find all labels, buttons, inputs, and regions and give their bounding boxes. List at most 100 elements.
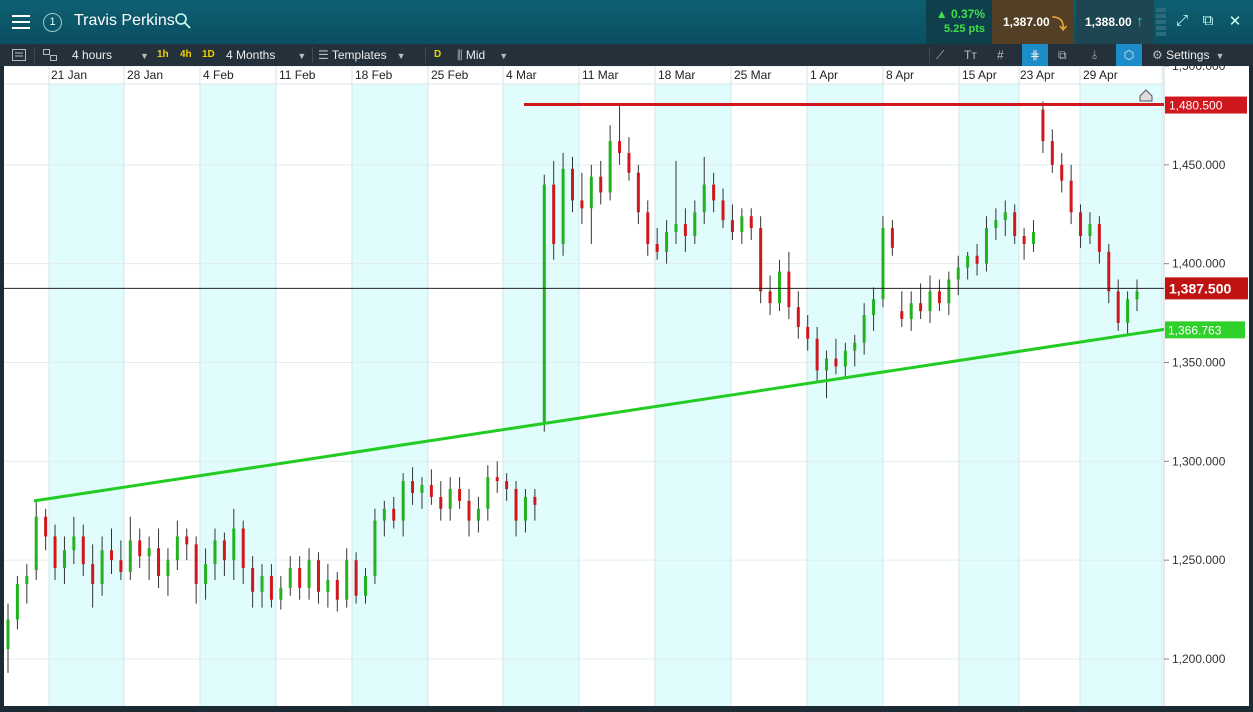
list-icon[interactable] bbox=[12, 44, 26, 66]
x-tick-label: 4 Feb bbox=[203, 68, 234, 82]
candle-body bbox=[984, 228, 988, 264]
candle-body bbox=[175, 536, 179, 561]
window-number-badge[interactable]: 1 bbox=[43, 13, 62, 32]
candle-body bbox=[25, 575, 29, 584]
hamburger-icon[interactable] bbox=[8, 10, 34, 34]
candle-body bbox=[843, 350, 847, 367]
price-type-dropdown[interactable]: ⫼ Mid ▼ bbox=[457, 44, 508, 66]
candle-body bbox=[552, 184, 556, 244]
candle-body bbox=[919, 303, 923, 312]
close-icon[interactable]: ✕ bbox=[1225, 12, 1245, 32]
templates-dropdown[interactable]: ☰ Templates ▼ bbox=[318, 44, 406, 66]
x-tick-label: 25 Feb bbox=[431, 68, 469, 82]
indicator-icon[interactable]: ⫰ bbox=[1092, 44, 1097, 66]
candle-body bbox=[260, 575, 264, 592]
popout-icon[interactable]: ⧉ bbox=[1198, 12, 1218, 32]
templates-icon: ☰ bbox=[318, 48, 332, 62]
range-dropdown[interactable]: 4 Months ▼ bbox=[226, 44, 306, 66]
x-tick-label: 18 Feb bbox=[355, 68, 393, 82]
candle-body bbox=[316, 560, 320, 592]
x-tick-label: 8 Apr bbox=[886, 68, 914, 82]
candle-body bbox=[618, 141, 622, 153]
interval-1h-button[interactable]: 1h bbox=[157, 44, 169, 66]
candle-body bbox=[853, 342, 857, 351]
candle-body bbox=[326, 579, 330, 592]
y-tick-label: 1,350.000 bbox=[1172, 356, 1226, 370]
candle-body bbox=[100, 550, 104, 584]
candle-body bbox=[693, 212, 697, 236]
x-tick-label: 11 Mar bbox=[582, 68, 618, 82]
candle-body bbox=[1097, 224, 1101, 252]
x-tick-label: 21 Jan bbox=[51, 68, 87, 82]
candle-body bbox=[815, 338, 819, 371]
market-depth-icon[interactable] bbox=[1156, 8, 1166, 36]
search-icon[interactable] bbox=[174, 12, 194, 32]
candle-body bbox=[429, 485, 433, 497]
sell-price: 1,387.00 bbox=[1003, 15, 1050, 29]
interval-4h-button[interactable]: 4h bbox=[180, 44, 192, 66]
candle-body bbox=[241, 528, 245, 569]
candle-body bbox=[608, 141, 612, 193]
candle-body bbox=[298, 568, 302, 588]
candle-body bbox=[1060, 164, 1064, 181]
candle-body bbox=[787, 271, 791, 308]
d-button[interactable]: D bbox=[434, 44, 441, 66]
candle-body bbox=[589, 176, 593, 209]
candle-body bbox=[1126, 299, 1130, 323]
candle-body bbox=[269, 575, 273, 600]
candle-body bbox=[1050, 141, 1054, 165]
candle-body bbox=[1079, 212, 1083, 236]
chart-canvas[interactable]: 21 Jan 28 Jan 4 Feb 11 Feb 18 Feb 25 Feb 4 Mar… bbox=[4, 59, 1249, 706]
candle-body bbox=[702, 184, 706, 213]
price-chart[interactable]: 21 Jan 28 Jan 4 Feb 11 Feb 18 Feb 25 Feb 4 Mar… bbox=[4, 59, 1249, 706]
current-price-label: 1,387.500 bbox=[1169, 280, 1231, 296]
interval-1d-button[interactable]: 1D bbox=[202, 44, 215, 66]
settings-button[interactable]: ⚙ Settings ▼ bbox=[1152, 44, 1224, 66]
text-tool-icon[interactable]: Tт bbox=[964, 44, 977, 66]
candle-body bbox=[994, 220, 998, 229]
candle-body bbox=[1069, 180, 1073, 213]
candle-body bbox=[956, 267, 960, 280]
candle-body bbox=[571, 168, 574, 201]
x-tick-label: 1 Apr bbox=[810, 68, 838, 82]
week-band bbox=[503, 84, 579, 706]
layout-icon[interactable] bbox=[43, 44, 57, 66]
candle-body bbox=[307, 560, 311, 588]
candle-body bbox=[514, 489, 518, 521]
x-tick-label: 18 Mar bbox=[658, 68, 695, 82]
crosshair-icon[interactable]: ⋕ bbox=[1022, 44, 1048, 66]
grid-icon[interactable]: # bbox=[997, 44, 1004, 66]
candle-body bbox=[467, 500, 471, 521]
candle-body bbox=[185, 536, 189, 545]
overlay-icon[interactable]: ⧉ bbox=[1058, 44, 1067, 66]
sell-button[interactable]: 1,387.00 ⤵ bbox=[992, 0, 1074, 44]
candle-body bbox=[533, 496, 537, 505]
candle-body bbox=[655, 243, 659, 252]
candle-body bbox=[420, 485, 424, 493]
draw-line-icon[interactable]: ⟋ bbox=[936, 44, 944, 66]
candle-body bbox=[232, 528, 236, 561]
expand-icon[interactable]: ⤢ bbox=[1172, 12, 1192, 32]
candle-body bbox=[542, 184, 546, 422]
interval-dropdown[interactable]: 4 hours ▼ bbox=[72, 44, 149, 66]
candle-body bbox=[288, 568, 292, 588]
tag-icon[interactable]: ⬡ bbox=[1116, 44, 1142, 66]
buy-button[interactable]: 1,388.00 ↑ bbox=[1076, 0, 1154, 44]
candle-body bbox=[119, 560, 123, 573]
candle-body bbox=[646, 212, 650, 244]
candle-body bbox=[439, 496, 443, 509]
support-label: 1,366.763 bbox=[1168, 323, 1222, 337]
x-tick-label: 15 Apr bbox=[962, 68, 997, 82]
sell-arrow-icon: ⤵ bbox=[1052, 16, 1068, 33]
candle-body bbox=[411, 481, 415, 493]
week-band bbox=[352, 84, 428, 706]
price-change-panel: ▲ 0.37% 5.25 pts bbox=[926, 0, 992, 44]
candle-body bbox=[966, 255, 970, 268]
candle-body bbox=[1116, 291, 1120, 323]
x-tick-label: 11 Feb bbox=[279, 68, 316, 82]
candle-body bbox=[834, 358, 838, 367]
candle-body bbox=[1003, 212, 1007, 221]
candle-body bbox=[392, 508, 396, 521]
candle-body bbox=[279, 587, 283, 600]
change-points: 5.25 pts bbox=[944, 23, 985, 35]
